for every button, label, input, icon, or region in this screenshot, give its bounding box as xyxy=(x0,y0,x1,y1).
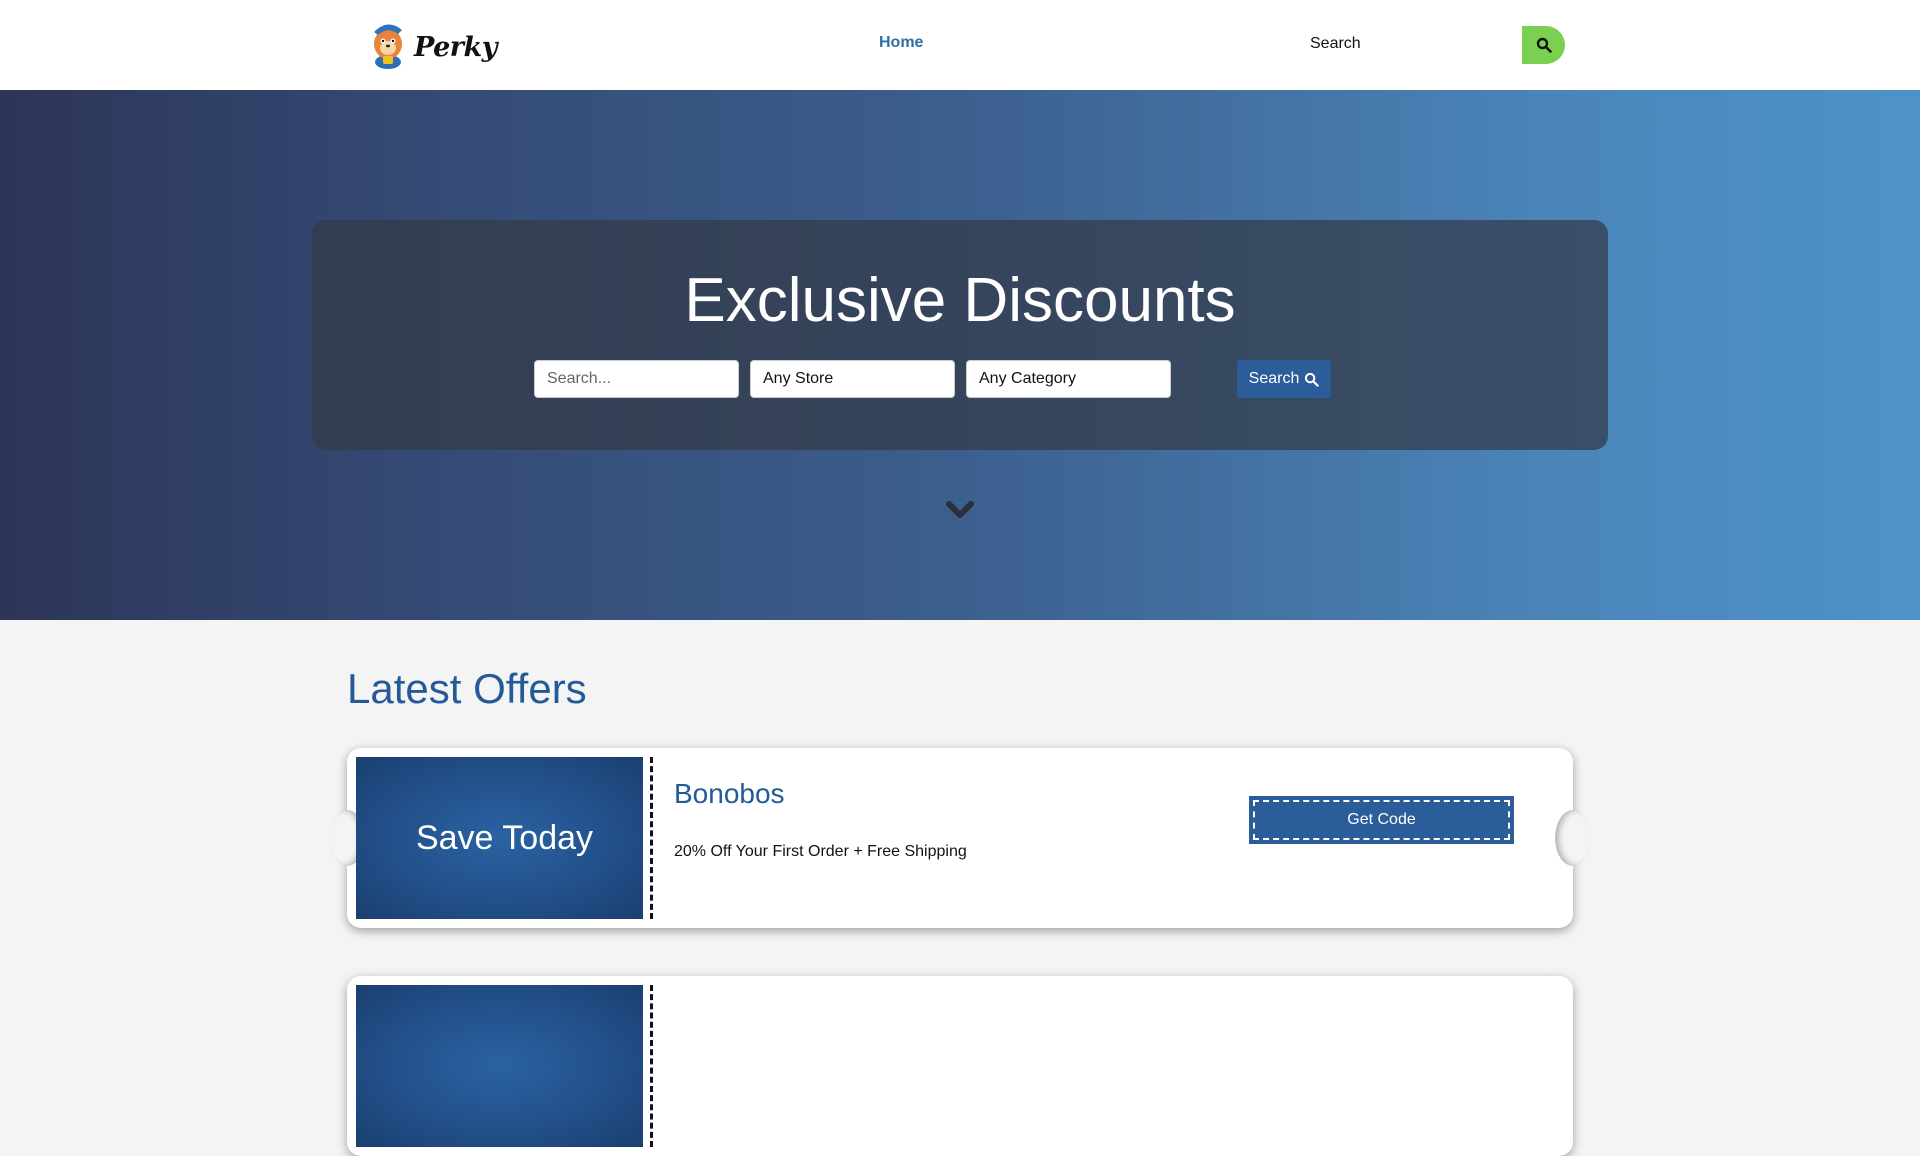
coupon-card xyxy=(347,976,1573,1156)
hero-search-input[interactable] xyxy=(534,360,739,398)
search-icon xyxy=(1305,372,1320,387)
nav-home-link[interactable]: Home xyxy=(879,34,923,52)
header-search-button[interactable] xyxy=(1522,26,1565,64)
hero-title: Exclusive Discounts xyxy=(684,266,1236,335)
coupon-badge-text: Save Today xyxy=(415,818,594,857)
coupon-badge: Save Today xyxy=(356,757,643,919)
site-header: Perky Home xyxy=(0,0,1920,90)
coupon-card: Save Today Bonobos 20% Off Your First Or… xyxy=(329,748,1591,928)
mascot-icon xyxy=(374,24,402,69)
search-icon xyxy=(1536,37,1552,53)
coupon-badge xyxy=(356,985,643,1147)
coupon-store-name: Bonobos xyxy=(674,778,785,809)
logo[interactable]: Perky xyxy=(368,18,497,70)
hero-search-button[interactable]: Search xyxy=(1237,360,1331,398)
category-select[interactable] xyxy=(966,360,1171,398)
hero-section: Exclusive Discounts Search xyxy=(0,90,1920,620)
coupon-description: 20% Off Your First Order + Free Shipping xyxy=(674,843,967,860)
coupon-notch xyxy=(1555,810,1591,866)
get-code-button[interactable]: Get Code xyxy=(1249,796,1514,844)
coupon-divider xyxy=(650,985,653,1147)
get-code-button-label: Get Code xyxy=(1253,800,1510,840)
latest-offers-heading: Latest Offers xyxy=(347,665,587,712)
logo-text: Perky xyxy=(414,31,497,63)
store-select[interactable] xyxy=(750,360,955,398)
header-search-input[interactable] xyxy=(1300,26,1520,62)
hero-search-button-label: Search xyxy=(1248,370,1300,387)
hero-search-panel: Exclusive Discounts Search xyxy=(312,220,1608,450)
coupon-divider xyxy=(650,757,653,919)
chevron-down-icon[interactable] xyxy=(945,498,975,522)
